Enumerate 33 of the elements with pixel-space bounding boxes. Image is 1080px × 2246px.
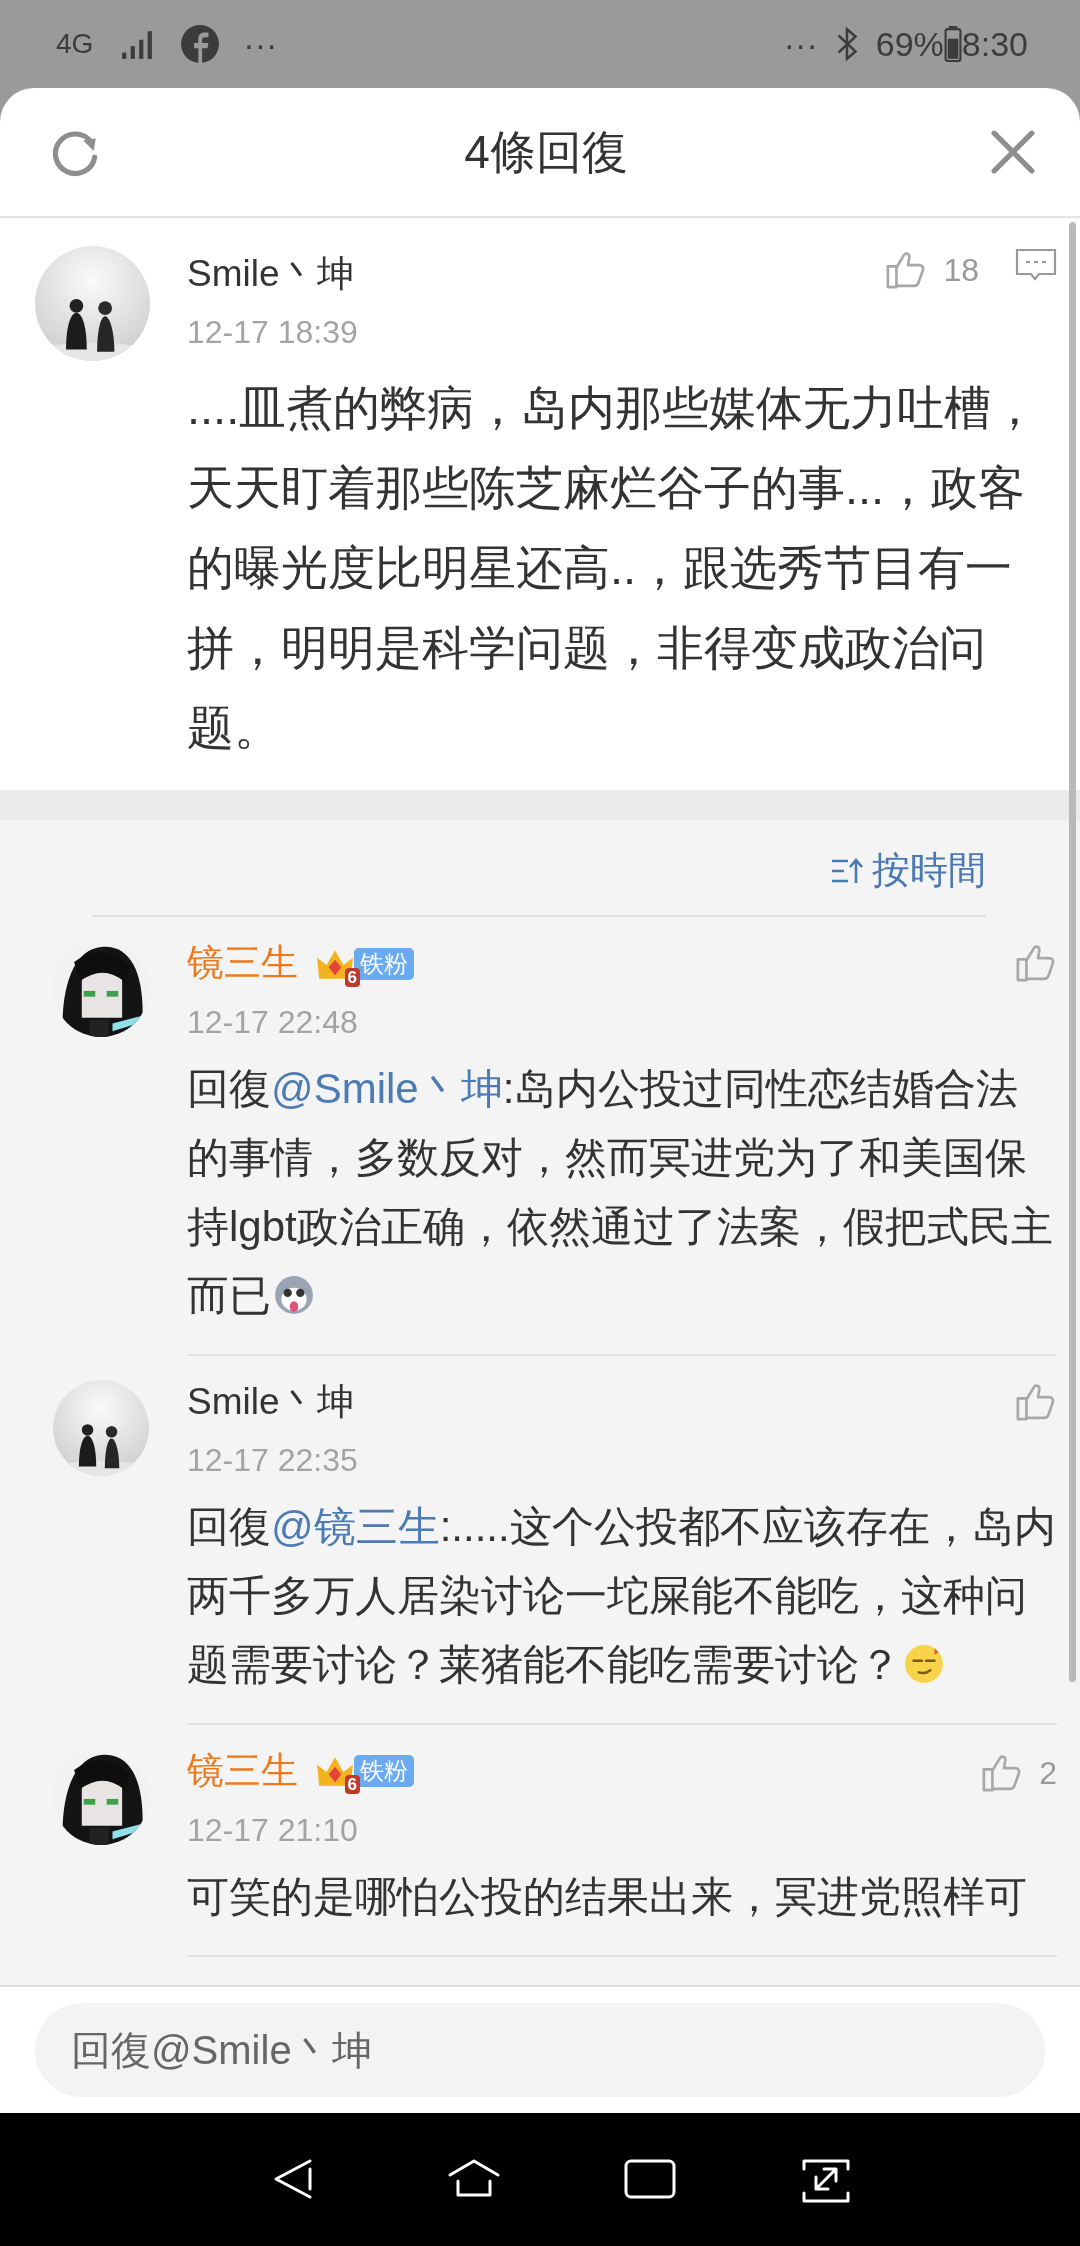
facebook-icon [181,25,220,63]
comment-text: ....皿煮的弊病，岛内那些媒体无力吐槽，天天盯着那些陈芝麻烂谷子的事...，政客的曝光度比明星还高..，跟选秀节目有一拼，明明是科学问题，非得变成政治问题。 [187,380,1040,757]
battery-percent: 69% [875,23,944,65]
close-icon [990,129,1036,175]
comment-time: 12-17 18:39 [187,313,359,353]
comment-time: 12-17 21:10 [187,1810,359,1850]
like-button[interactable]: 18 [883,246,979,294]
close-button[interactable] [990,129,1036,175]
clock-time: 8:30 [961,23,1028,65]
comment-text: 回復@Smile丶坤:岛内公投过同性恋结婚合法的事情，多数反对，然而冥进党为了和美国保持lgbt政治正确，依然通过了法案，假把式民主而已 [187,1063,1054,1321]
comment-icon [1015,246,1057,282]
comment-time: 12-17 22:48 [187,1002,359,1042]
emoji-icon [273,1273,315,1316]
battery-icon [943,26,962,62]
username[interactable]: Smile丶坤 [187,1379,354,1425]
username[interactable]: 镜三生 [187,941,298,986]
sheet-title: 4條回復 [464,124,628,180]
mention-link[interactable]: @Smile丶坤 [271,1064,503,1112]
reply-button[interactable] [1015,246,1057,282]
sort-button[interactable]: 按時間 [830,842,986,916]
more-indicator: ··· [243,23,278,65]
network-indicator: 4G [56,27,94,61]
more-indicator: ··· [783,23,818,65]
comment-time: 12-17 22:35 [187,1441,359,1481]
reply-input-field[interactable]: 回復@Smile丶坤 [35,2003,1045,2097]
username[interactable]: Smile丶坤 [187,252,884,297]
comment-text: 回復@镜三生:.....这个公投都不应该存在，岛内两千多万人居染讨论一坨屎能不能吃，这种问题需要讨论？莱猪能不能吃需要讨论？ [187,1502,1057,1691]
emoji-icon [903,1643,945,1686]
mention-link[interactable]: @镜三生 [271,1503,440,1551]
like-button[interactable]: 2 [979,1749,1057,1798]
comment-text: 可笑的是哪怕公投的结果出来，冥进党照样可 [187,1871,1028,1922]
username[interactable]: 镜三生 [187,1749,298,1794]
scrollbar[interactable] [1069,222,1076,1682]
